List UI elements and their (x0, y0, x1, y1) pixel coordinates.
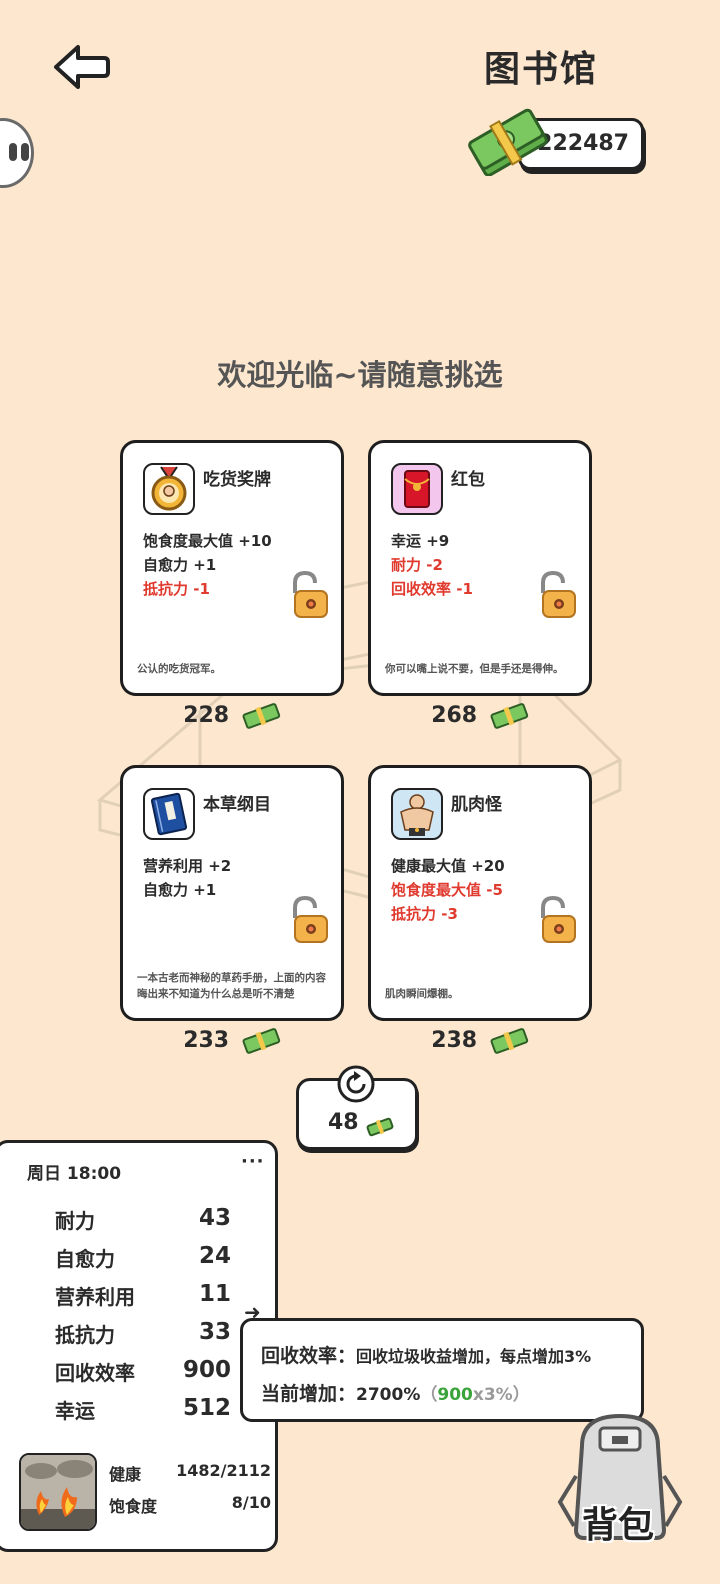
stat-line-negative: 饱食度最大值 -5 (391, 881, 503, 899)
item-stats: 健康最大值 +20 饱食度最大值 -5 抵抗力 -3 (391, 854, 505, 926)
item-card-2[interactable]: 红包 幸运 +9 耐力 -2 回收效率 -1 你可以嘴上说不要，但是手还是得伸。 (368, 440, 592, 696)
item-price-4: 238 (368, 1025, 592, 1055)
attribute-value: 33 (198, 1319, 231, 1345)
attribute-value: 43 (198, 1205, 231, 1231)
back-button[interactable] (50, 42, 112, 92)
book-icon (143, 788, 195, 840)
stat-line-negative: 抵抗力 -1 (143, 580, 210, 598)
attribute-label: 耐力 (55, 1209, 95, 1233)
tooltip-line-current: 当前增加：2700%（900x3%） (261, 1379, 530, 1406)
character-avatar (19, 1453, 97, 1531)
hunger-label: 饱食度 (109, 1497, 158, 1516)
attribute-label: 抵抗力 (55, 1323, 115, 1347)
refresh-cost: 48 (328, 1110, 359, 1135)
unlock-icon[interactable] (289, 571, 329, 619)
stat-line-negative: 耐力 -2 (391, 556, 443, 574)
tooltip-paren-close: ） (512, 1385, 530, 1405)
cash-icon (490, 703, 528, 729)
item-name: 肌肉怪 (451, 795, 502, 815)
stat-line: 饱食度最大值 +10 (143, 532, 272, 550)
medal-icon (143, 463, 195, 515)
stat-line: 健康最大值 +20 (391, 857, 505, 875)
item-description: 你可以嘴上说不要，但是手还是得伸。 (385, 663, 564, 675)
back-arrow-icon (54, 45, 110, 89)
stat-line: 自愈力 +1 (143, 881, 217, 899)
cash-icon (366, 1117, 394, 1137)
stat-line-negative: 回收效率 -1 (391, 580, 473, 598)
stat-line: 营养利用 +2 (143, 857, 232, 875)
attribute-value: 900 (182, 1357, 231, 1383)
attribute-value: 512 (182, 1395, 231, 1421)
tooltip-line-description: 回收效率：回收垃圾收益增加，每点增加3% (261, 1341, 591, 1368)
unlock-icon[interactable] (289, 896, 329, 944)
item-card-4[interactable]: 肌肉怪 健康最大值 +20 饱食度最大值 -5 抵抗力 -3 肌肉瞬间爆棚。 (368, 765, 592, 1021)
stat-line: 自愈力 +1 (143, 556, 217, 574)
fire-scene-icon (21, 1455, 95, 1529)
price-value: 228 (183, 702, 230, 728)
tooltip-text: 回收垃圾收益增加，每点增加3% (356, 1347, 592, 1366)
unlock-icon[interactable] (537, 896, 577, 944)
item-name: 红包 (451, 470, 485, 490)
attribute-label: 营养利用 (55, 1285, 135, 1309)
item-stats: 饱食度最大值 +10 自愈力 +1 抵抗力 -1 (143, 529, 272, 601)
item-stats: 幸运 +9 耐力 -2 回收效率 -1 (391, 529, 473, 601)
health-label: 健康 (109, 1465, 142, 1484)
item-name: 吃货奖牌 (203, 470, 271, 490)
item-description: 一本古老而神秘的草药手册，上面的内容晦出来不知道为什么总是听不清楚 (137, 972, 326, 1000)
game-time: 周日 18:00 (27, 1164, 122, 1184)
item-price-3: 233 (120, 1025, 344, 1055)
tooltip-paren-open: （ (420, 1385, 438, 1405)
item-price-2: 268 (368, 700, 592, 730)
tooltip-key: 回收效率： (261, 1345, 357, 1367)
pause-icon (9, 143, 17, 161)
item-card-3[interactable]: 本草纲目 营养利用 +2 自愈力 +1 一本古老而神秘的草药手册，上面的内容晦出… (120, 765, 344, 1021)
attribute-value: 24 (198, 1243, 231, 1269)
cash-icon (242, 1028, 280, 1054)
backpack-label[interactable]: 背包 (582, 1496, 654, 1548)
unlock-icon[interactable] (537, 571, 577, 619)
health-value: 1482/2112 (176, 1461, 271, 1480)
stat-line: 幸运 +9 (391, 532, 450, 550)
page-title: 图书馆 (484, 49, 599, 90)
item-price-1: 228 (120, 700, 344, 730)
attribute-value: 11 (198, 1281, 231, 1307)
item-stats: 营养利用 +2 自愈力 +1 (143, 854, 231, 902)
price-value: 238 (431, 1027, 478, 1053)
price-value: 233 (183, 1027, 230, 1053)
refresh-icon[interactable] (334, 1060, 378, 1104)
attribute-label: 自愈力 (55, 1247, 115, 1271)
cash-stack-icon (468, 108, 548, 176)
welcome-text: 欢迎光临~请随意挑选 (217, 358, 503, 392)
red-envelope-icon (391, 463, 443, 515)
attribute-label: 回收效率 (55, 1361, 135, 1385)
cash-icon (490, 1028, 528, 1054)
item-name: 本草纲目 (203, 795, 271, 815)
attribute-label: 幸运 (55, 1399, 95, 1423)
price-value: 268 (431, 702, 478, 728)
pause-side-button[interactable] (0, 118, 34, 188)
item-description: 肌肉瞬间爆棚。 (385, 988, 459, 1000)
item-card-1[interactable]: 吃货奖牌 饱食度最大值 +10 自愈力 +1 抵抗力 -1 公认的吃货冠军。 (120, 440, 344, 696)
hunger-value: 8/10 (231, 1493, 271, 1512)
tooltip-key: 当前增加： (261, 1383, 357, 1405)
tooltip-rate: x3% (472, 1385, 513, 1405)
stat-line-negative: 抵抗力 -3 (391, 905, 458, 923)
item-description: 公认的吃货冠军。 (137, 663, 221, 675)
more-button[interactable]: ··· (241, 1151, 265, 1172)
cash-icon (242, 703, 280, 729)
tooltip-points: 900 (437, 1385, 473, 1405)
tooltip-current-value: 2700% (356, 1385, 421, 1405)
attribute-panel: 周日 18:00 ··· 耐力 43 自愈力 24 营养利用 11 抵抗力 33… (0, 1140, 278, 1552)
muscle-man-icon (391, 788, 443, 840)
